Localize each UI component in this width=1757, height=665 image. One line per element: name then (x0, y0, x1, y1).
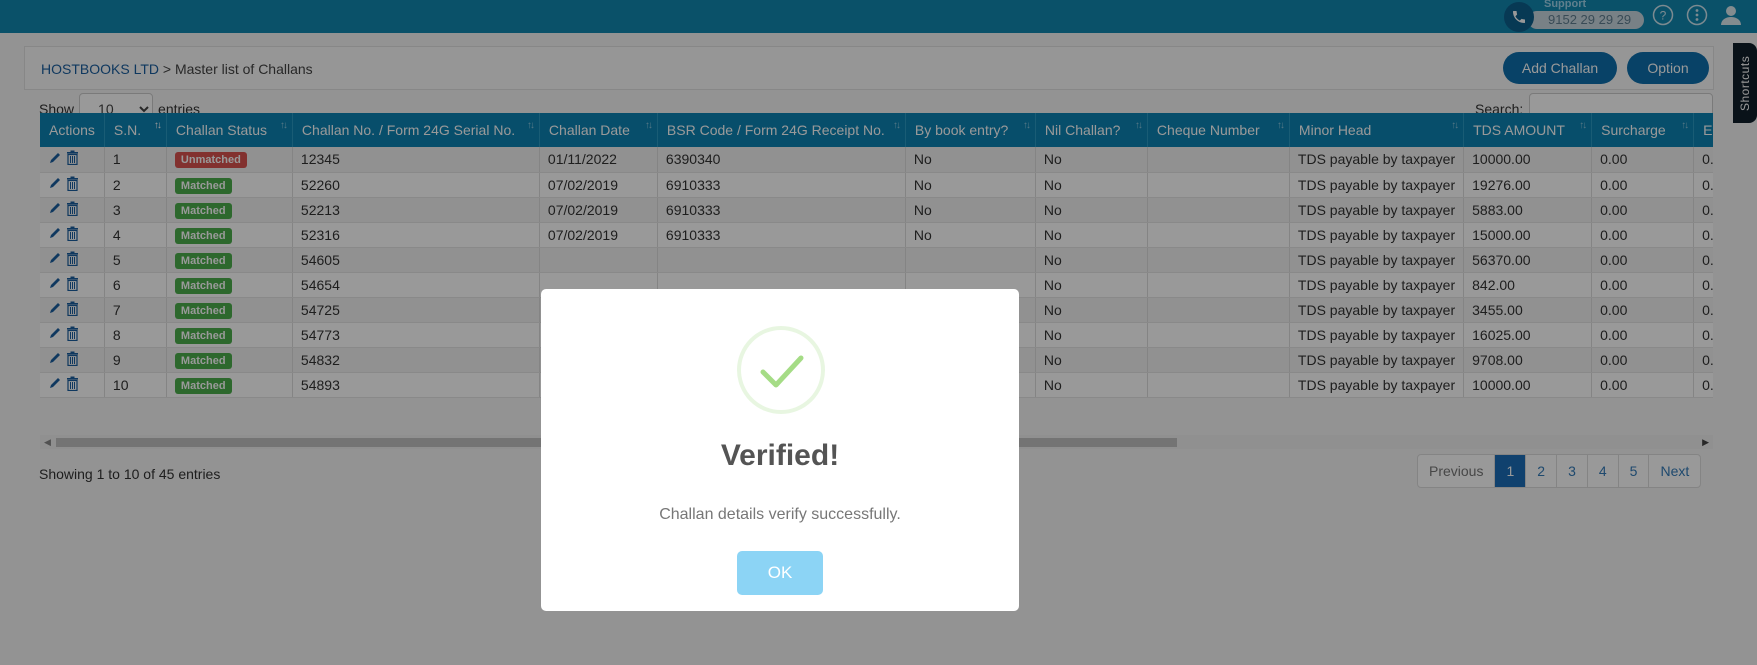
ok-button[interactable]: OK (737, 551, 823, 595)
verified-dialog: Verified! Challan details verify success… (541, 289, 1019, 611)
dialog-title: Verified! (720, 439, 840, 472)
dialog-message: Challan details verify successfully. (659, 506, 901, 523)
success-check-icon (737, 326, 825, 414)
